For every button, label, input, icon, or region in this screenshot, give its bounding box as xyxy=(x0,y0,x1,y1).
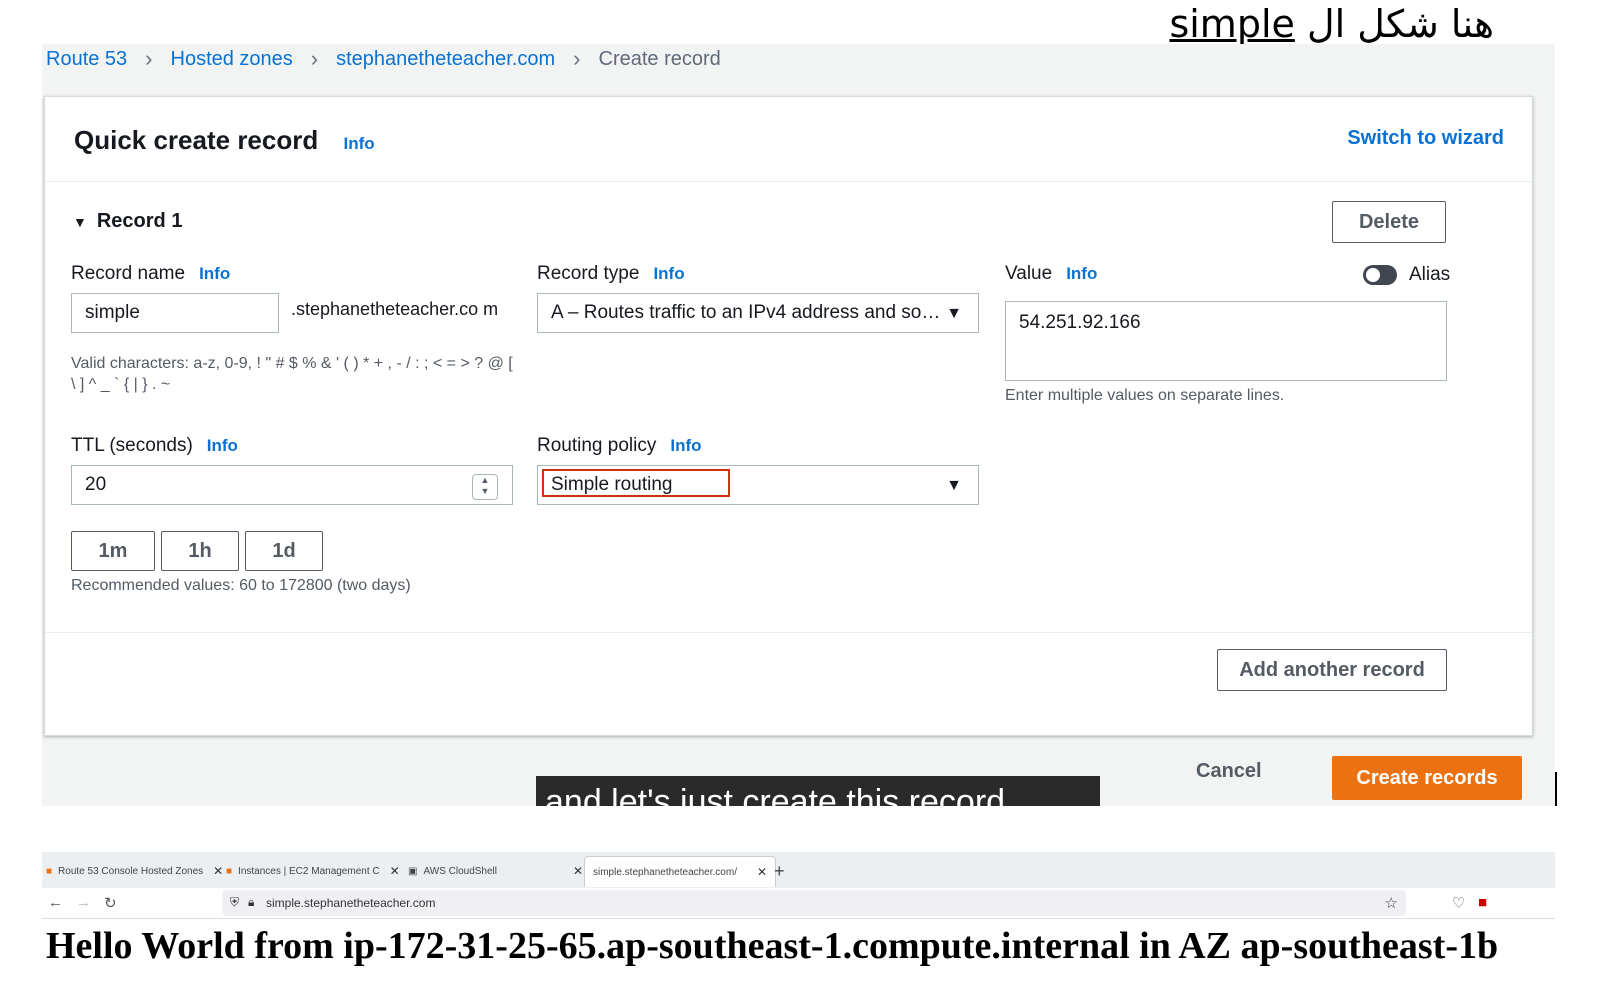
ttl-hint: Recommended values: 60 to 172800 (two da… xyxy=(71,577,411,594)
breadcrumb-hosted-zones[interactable]: Hosted zones xyxy=(171,48,293,71)
record-type-label: Record type Info xyxy=(537,263,685,285)
browser-tabstrip: ■ Route 53 Console Hosted Zones ✕ ■ Inst… xyxy=(42,852,1555,888)
info-link[interactable]: Info xyxy=(670,436,701,456)
pocket-icon[interactable]: ♡ xyxy=(1452,894,1465,912)
record-name-label: Record name Info xyxy=(71,263,230,285)
star-icon[interactable]: ☆ xyxy=(1385,894,1398,912)
ttl-1m-button[interactable]: 1m xyxy=(71,531,155,571)
tab-title: Instances | EC2 Management C xyxy=(238,865,380,877)
page-title: Quick create record Info xyxy=(74,125,375,156)
ttl-label: TTL (seconds) Info xyxy=(71,435,238,457)
url-field[interactable]: ⛨ 🔒︎ simple.stephanetheteacher.com ☆ xyxy=(222,890,1406,916)
info-link[interactable]: Info xyxy=(207,436,238,456)
new-tab-icon[interactable]: + xyxy=(774,856,785,886)
value-hint: Enter multiple values on separate lines. xyxy=(1005,387,1285,404)
breadcrumb-route53[interactable]: Route 53 xyxy=(46,48,127,71)
route53-icon: ■ xyxy=(46,865,53,877)
breadcrumb-current: Create record xyxy=(598,47,721,70)
record-type-select[interactable]: A – Routes traffic to an IPv4 address an… xyxy=(537,293,979,333)
annotation-word: simple xyxy=(1169,2,1295,46)
record-toggle-label: Record 1 xyxy=(96,210,183,232)
add-another-record-button[interactable]: Add another record xyxy=(1217,649,1447,691)
close-icon[interactable]: ✕ xyxy=(573,864,583,878)
quick-create-card: Quick create record Info Switch to wizar… xyxy=(44,96,1533,736)
alias-toggle[interactable] xyxy=(1363,265,1397,285)
card-footer: Add another record xyxy=(45,632,1532,736)
hello-world-heading: Hello World from ip-172-31-25-65.ap-sout… xyxy=(46,925,1499,967)
tab-title: Route 53 Console Hosted Zones xyxy=(58,865,204,877)
breadcrumb-zone[interactable]: stephanetheteacher.com xyxy=(336,48,555,71)
value-textarea[interactable]: 54.251.92.166 xyxy=(1005,301,1447,381)
close-icon[interactable]: ✕ xyxy=(757,865,767,879)
breadcrumb: Route 53 › Hosted zones › stephanethetea… xyxy=(46,44,721,74)
routing-policy-value: Simple routing xyxy=(551,474,673,495)
switch-to-wizard-link[interactable]: Switch to wizard xyxy=(1347,127,1504,150)
routing-policy-select[interactable]: Simple routing ▼ xyxy=(537,465,979,505)
close-icon[interactable]: ✕ xyxy=(390,864,400,878)
ec2-icon: ■ xyxy=(226,865,233,877)
record-name-label-text: Record name xyxy=(71,263,186,284)
routing-policy-label-text: Routing policy xyxy=(537,435,657,456)
browser-tab-active[interactable]: simple.stephanetheteacher.com/ ✕ xyxy=(584,856,777,887)
value-label-text: Value xyxy=(1005,263,1053,284)
forward-icon[interactable]: → xyxy=(76,894,91,911)
browser-tab[interactable]: ■ Route 53 Console Hosted Zones ✕ xyxy=(46,856,223,886)
routing-policy-label: Routing policy Info xyxy=(537,435,702,457)
extension-icon[interactable]: ■ xyxy=(1478,894,1487,911)
caret-down-icon: ▼ xyxy=(73,213,87,230)
ttl-label-text: TTL (seconds) xyxy=(71,435,193,456)
create-records-button[interactable]: Create records xyxy=(1332,756,1522,800)
video-caption-text: and let's just create this record xyxy=(545,783,1006,806)
info-link[interactable]: Info xyxy=(199,264,230,284)
ttl-1h-button[interactable]: 1h xyxy=(161,531,239,571)
alias-label: Alias xyxy=(1409,264,1451,285)
close-icon[interactable]: ✕ xyxy=(213,864,223,878)
page-title-text: Quick create record xyxy=(74,125,319,155)
delete-button[interactable]: Delete xyxy=(1332,201,1446,243)
info-link[interactable]: Info xyxy=(343,134,374,153)
ttl-input[interactable]: 20 ▲ ▼ xyxy=(71,465,513,505)
stepper-icon[interactable]: ▲ ▼ xyxy=(472,474,498,500)
cancel-button[interactable]: Cancel xyxy=(1196,760,1262,783)
text-cursor xyxy=(1555,772,1557,806)
lock-icon: 🔒︎ xyxy=(248,895,255,909)
record-name-input[interactable]: simple xyxy=(71,293,279,333)
tab-title: AWS CloudShell xyxy=(423,865,498,877)
video-caption: and let's just create this record xyxy=(536,776,1100,806)
annotation-arabic: هنا شكل ال xyxy=(1306,2,1494,46)
terminal-icon: ▣ xyxy=(408,865,418,877)
shield-icon: ⛨ xyxy=(230,895,240,909)
caret-down-icon: ▼ xyxy=(946,305,962,322)
record-toggle[interactable]: ▼ Record 1 xyxy=(73,210,182,233)
card-header: Quick create record Info Switch to wizar… xyxy=(45,97,1532,182)
tab-title: simple.stephanetheteacher.com/ xyxy=(593,866,737,878)
info-link[interactable]: Info xyxy=(1066,264,1097,284)
ttl-value: 20 xyxy=(85,474,107,495)
annotation-text: هنا شكل ال simple xyxy=(1169,2,1494,46)
browser-toolbar: ← → ↻ ⛨ 🔒︎ simple.stephanetheteacher.com… xyxy=(42,888,1555,919)
value-label: Value Info xyxy=(1005,263,1097,285)
chevron-right-icon: › xyxy=(145,46,153,71)
record-type-value: A – Routes traffic to an IPv4 address an… xyxy=(551,302,941,323)
browser-tab[interactable]: ■ Instances | EC2 Management C ✕ xyxy=(226,856,400,886)
back-icon[interactable]: ← xyxy=(48,894,63,911)
domain-suffix: .stephanetheteacher.co m xyxy=(291,299,499,319)
record-type-label-text: Record type xyxy=(537,263,640,284)
caret-down-icon: ▼ xyxy=(946,477,962,494)
record-name-hint: Valid characters: a-z, 0-9, ! " # $ % & … xyxy=(71,355,513,393)
ttl-1d-button[interactable]: 1d xyxy=(245,531,323,571)
chevron-right-icon: › xyxy=(310,46,319,71)
reload-icon[interactable]: ↻ xyxy=(104,894,117,912)
info-link[interactable]: Info xyxy=(653,264,684,284)
chevron-right-icon: › xyxy=(573,46,581,71)
browser-tab[interactable]: ▣ AWS CloudShell ✕ xyxy=(408,856,583,886)
url-text: simple.stephanetheteacher.com xyxy=(266,896,436,910)
